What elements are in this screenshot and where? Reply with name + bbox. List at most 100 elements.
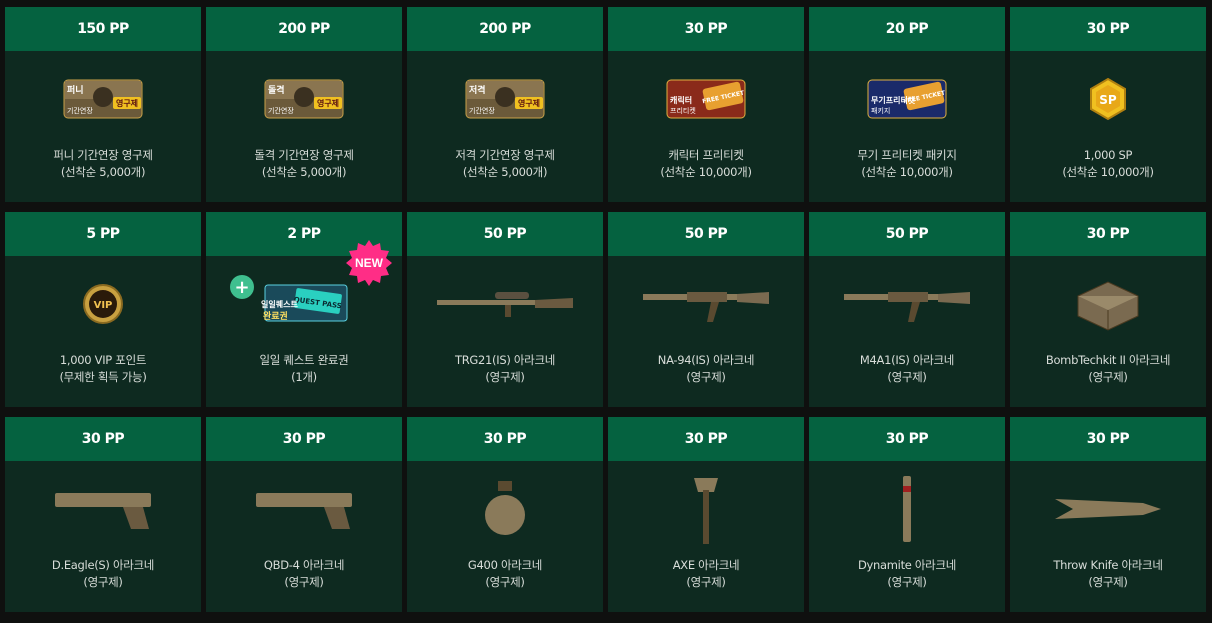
shop-item-card[interactable]: 30 PP SP 1,000 SP (선착순 10,000개) [1010, 7, 1206, 202]
shop-item-card[interactable]: 20 PP FREE TICKET 무기프리티켓 패키지 무기 프리티켓 패키지… [809, 7, 1005, 202]
item-limit: (영구제) [887, 370, 927, 384]
item-limit: (무제한 획득 가능) [59, 370, 147, 384]
item-limit: (선착순 5,000개) [462, 165, 548, 179]
item-price: 30 PP [1010, 212, 1206, 256]
item-name: D.Eagle(S) 아라크네 [51, 558, 155, 572]
ticket-subtitle: 기간연장 [268, 106, 294, 115]
shop-item-card[interactable]: 150 PP 영구제 퍼니 기간연장 퍼니 기간연장 영구제 (선착순 5,00… [5, 7, 201, 202]
item-limit: (영구제) [686, 370, 726, 384]
shop-item-card[interactable]: 30 PP D.Eagle(S) 아라크네 (영구제) [5, 417, 201, 612]
item-description: 저격 기간연장 영구제 (선착순 5,000개) [407, 147, 603, 181]
shop-item-card[interactable]: 50 PP TRG21(IS) 아라크네 (영구제) [407, 212, 603, 407]
ticket-tag: 영구제 [518, 98, 540, 108]
ticket-subtitle: 프리티켓 [670, 106, 696, 115]
shop-item-card[interactable]: 50 PP NA-94(IS) 아라크네 (영구제) [608, 212, 804, 407]
assault-rifle-icon [608, 256, 804, 351]
item-description: Throw Knife 아라크네 (영구제) [1010, 557, 1206, 591]
item-price: 200 PP [206, 7, 402, 51]
item-limit: (영구제) [887, 575, 927, 589]
permanent-extension-ticket-icon: 영구제 돌격 기간연장 [206, 51, 402, 146]
ticket-subtitle: 완료권 [263, 310, 288, 322]
shop-item-card[interactable]: 30 PP AXE 아라크네 (영구제) [608, 417, 804, 612]
shop-item-card[interactable]: 30 PP Throw Knife 아라크네 (영구제) [1010, 417, 1206, 612]
item-price: 20 PP [809, 7, 1005, 51]
shop-item-card[interactable]: 30 PP QBD-4 아라크네 (영구제) [206, 417, 402, 612]
axe-icon [608, 461, 804, 556]
item-limit: (선착순 10,000개) [861, 165, 953, 179]
ticket-subtitle: 기간연장 [469, 106, 495, 115]
item-price: 30 PP [407, 417, 603, 461]
bomb-techkit-icon [1010, 256, 1206, 351]
shop-item-card[interactable]: 5 PP VIP 1,000 VIP 포인트 (무제한 획득 가능) [5, 212, 201, 407]
item-name: 돌격 기간연장 영구제 [254, 148, 354, 162]
shop-item-card[interactable]: 30 PP BombTechkit II 아라크네 (영구제) [1010, 212, 1206, 407]
vip-coin-icon: VIP [5, 256, 201, 351]
item-price: 50 PP [809, 212, 1005, 256]
ticket-subtitle: 패키지 [871, 106, 890, 115]
item-price: 30 PP [809, 417, 1005, 461]
item-description: D.Eagle(S) 아라크네 (영구제) [5, 557, 201, 591]
item-price: 30 PP [1010, 7, 1206, 51]
item-price: 5 PP [5, 212, 201, 256]
sp-coin-icon: SP [1010, 51, 1206, 146]
item-description: M4A1(IS) 아라크네 (영구제) [809, 352, 1005, 386]
item-name: G400 아라크네 [467, 558, 543, 572]
item-name: 캐릭터 프리티켓 [668, 148, 744, 162]
item-description: 돌격 기간연장 영구제 (선착순 5,000개) [206, 147, 402, 181]
add-quest-pass-button[interactable]: + [230, 275, 254, 299]
item-description: AXE 아라크네 (영구제) [608, 557, 804, 591]
ticket-title: 저격 [469, 84, 486, 96]
item-description: NA-94(IS) 아라크네 (영구제) [608, 352, 804, 386]
weapon-free-ticket-icon: FREE TICKET 무기프리티켓 패키지 [809, 51, 1005, 146]
shop-item-card[interactable]: 30 PP FREE TICKET 캐릭터 프리티켓 캐릭터 프리티켓 (선착순… [608, 7, 804, 202]
item-name: 퍼니 기간연장 영구제 [53, 148, 153, 162]
permanent-extension-ticket-icon: 영구제 저격 기간연장 [407, 51, 603, 146]
item-description: 무기 프리티켓 패키지 (선착순 10,000개) [809, 147, 1005, 181]
shop-item-card[interactable]: 30 PP G400 아라크네 (영구제) [407, 417, 603, 612]
item-limit: (선착순 10,000개) [660, 165, 752, 179]
shop-item-grid: 150 PP 영구제 퍼니 기간연장 퍼니 기간연장 영구제 (선착순 5,00… [0, 0, 1212, 623]
item-name: 일일 퀘스트 완료권 [259, 353, 349, 367]
item-description: 캐릭터 프리티켓 (선착순 10,000개) [608, 147, 804, 181]
item-limit: (영구제) [485, 575, 525, 589]
shop-item-card[interactable]: 30 PP Dynamite 아라크네 (영구제) [809, 417, 1005, 612]
item-name: 무기 프리티켓 패키지 [857, 148, 957, 162]
item-description: 1,000 SP (선착순 10,000개) [1010, 147, 1206, 181]
ticket-subtitle: 기간연장 [67, 106, 93, 115]
dynamite-icon [809, 461, 1005, 556]
shop-item-card[interactable]: 50 PP M4A1(IS) 아라크네 (영구제) [809, 212, 1005, 407]
item-limit: (1개) [291, 370, 317, 384]
item-limit: (선착순 5,000개) [261, 165, 347, 179]
item-limit: (영구제) [485, 370, 525, 384]
item-name: TRG21(IS) 아라크네 [455, 353, 555, 367]
item-description: BombTechkit II 아라크네 (영구제) [1010, 352, 1206, 386]
item-price: 30 PP [206, 417, 402, 461]
item-price: 150 PP [5, 7, 201, 51]
item-name: Throw Knife 아라크네 [1053, 558, 1163, 572]
new-badge: NEW [346, 240, 392, 286]
item-name: BombTechkit II 아라크네 [1045, 353, 1171, 367]
shop-item-card[interactable]: 200 PP 영구제 저격 기간연장 저격 기간연장 영구제 (선착순 5,00… [407, 7, 603, 202]
item-limit: (영구제) [686, 575, 726, 589]
item-description: 일일 퀘스트 완료권 (1개) [206, 352, 402, 386]
item-description: QBD-4 아라크네 (영구제) [206, 557, 402, 591]
item-limit: (영구제) [1088, 370, 1128, 384]
shop-item-card[interactable]: 200 PP 영구제 돌격 기간연장 돌격 기간연장 영구제 (선착순 5,00… [206, 7, 402, 202]
coin-label: SP [1099, 93, 1117, 107]
item-limit: (영구제) [284, 575, 324, 589]
item-description: 1,000 VIP 포인트 (무제한 획득 가능) [5, 352, 201, 386]
item-description: 퍼니 기간연장 영구제 (선착순 5,000개) [5, 147, 201, 181]
item-name: 1,000 VIP 포인트 [59, 353, 147, 367]
ticket-tag: 영구제 [116, 98, 138, 108]
item-limit: (영구제) [1088, 575, 1128, 589]
ticket-title: 퍼니 [67, 84, 84, 96]
item-description: Dynamite 아라크네 (영구제) [809, 557, 1005, 591]
ticket-title: 돌격 [268, 84, 285, 96]
permanent-extension-ticket-icon: 영구제 퍼니 기간연장 [5, 51, 201, 146]
ticket-title: 캐릭터 [670, 95, 692, 105]
item-limit: (선착순 5,000개) [60, 165, 146, 179]
item-description: TRG21(IS) 아라크네 (영구제) [407, 352, 603, 386]
item-price: 30 PP [1010, 417, 1206, 461]
item-price: 200 PP [407, 7, 603, 51]
item-name: 1,000 SP [1083, 148, 1133, 162]
